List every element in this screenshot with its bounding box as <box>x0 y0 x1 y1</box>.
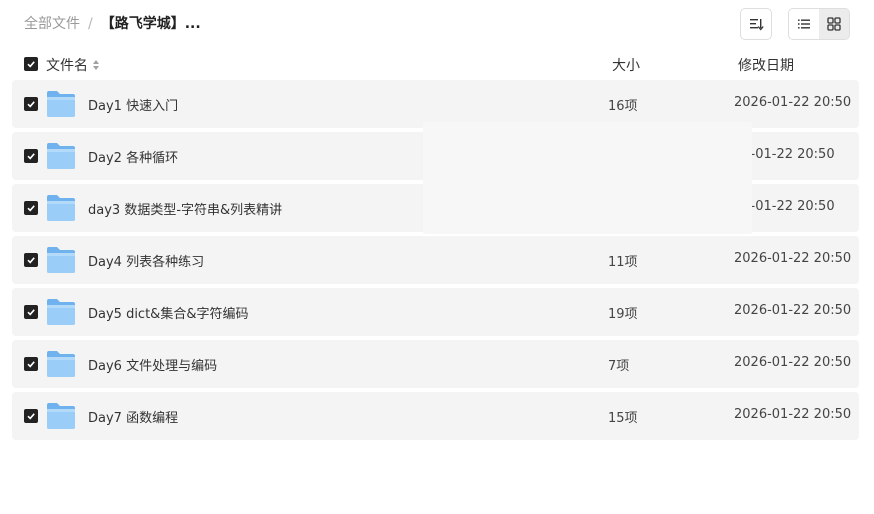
top-bar: 全部文件 / 【路飞学城】... <box>0 0 874 48</box>
table-header: 文件名 大小 修改日期 <box>12 50 860 78</box>
row-checkbox[interactable] <box>24 357 38 371</box>
folder-icon <box>47 195 75 221</box>
check-icon <box>27 101 35 108</box>
row-checkbox[interactable] <box>24 149 38 163</box>
folder-icon <box>47 403 75 429</box>
file-size: 11项 <box>608 255 638 270</box>
file-size: 7项 <box>608 359 630 374</box>
file-name: Day1 快速入门 <box>88 99 179 114</box>
folder-icon <box>47 91 75 117</box>
grid-view-button[interactable] <box>819 9 849 39</box>
row-checkbox[interactable] <box>24 305 38 319</box>
file-name: Day5 dict&集合&字符编码 <box>88 307 249 322</box>
file-date: 2026-01-22 20:50 <box>734 95 852 110</box>
file-name: Day2 各种循环 <box>88 151 179 166</box>
sort-icon <box>750 19 764 31</box>
row-checkbox[interactable] <box>24 201 38 215</box>
file-date: 2026-01-22 20:50 <box>734 303 852 318</box>
check-icon <box>27 361 35 368</box>
file-name: Day4 列表各种练习 <box>88 255 205 270</box>
check-icon <box>27 153 35 160</box>
sort-caret-icon <box>92 59 100 71</box>
file-size: 16项 <box>608 99 638 114</box>
folder-icon <box>47 299 75 325</box>
file-browser: 全部文件 / 【路飞学城】... 文件名 大小 修改日期 Day1 快速入门 1… <box>0 0 874 514</box>
folder-icon <box>47 351 75 377</box>
check-icon <box>27 309 35 316</box>
file-name: Day6 文件处理与编码 <box>88 359 218 374</box>
table-row[interactable]: Day5 dict&集合&字符编码 19项 2026-01-22 20:50 <box>12 288 859 336</box>
header-name-label: 文件名 <box>46 58 88 74</box>
check-icon <box>27 61 35 68</box>
file-name: day3 数据类型-字符串&列表精讲 <box>88 203 283 218</box>
file-date: 2026-01-22 20:50 <box>734 355 852 370</box>
row-checkbox[interactable] <box>24 97 38 111</box>
list-view-icon <box>798 19 810 29</box>
row-checkbox[interactable] <box>24 409 38 423</box>
row-checkbox[interactable] <box>24 253 38 267</box>
sort-button[interactable] <box>740 8 772 40</box>
breadcrumb: 全部文件 / 【路飞学城】... <box>24 14 201 34</box>
breadcrumb-root[interactable]: 全部文件 <box>24 14 80 34</box>
loading-overlay <box>423 122 752 234</box>
grid-view-icon <box>827 17 841 31</box>
table-row[interactable]: Day4 列表各种练习 11项 2026-01-22 20:50 <box>12 236 859 284</box>
breadcrumb-separator: / <box>88 16 93 32</box>
file-date: 2026-01-22 20:50 <box>734 251 852 266</box>
file-size: 15项 <box>608 411 638 426</box>
check-icon <box>27 205 35 212</box>
folder-icon <box>47 143 75 169</box>
file-size: 19项 <box>608 307 638 322</box>
view-toggle <box>788 8 850 40</box>
list-view-button[interactable] <box>789 9 819 39</box>
header-size[interactable]: 大小 <box>612 55 640 75</box>
file-date: 2026-01-22 20:50 <box>734 407 852 422</box>
check-icon <box>27 257 35 264</box>
select-all-checkbox[interactable] <box>24 57 38 71</box>
breadcrumb-current[interactable]: 【路飞学城】... <box>101 14 201 34</box>
header-date[interactable]: 修改日期 <box>738 55 794 75</box>
check-icon <box>27 413 35 420</box>
table-row[interactable]: Day7 函数编程 15项 2026-01-22 20:50 <box>12 392 859 440</box>
table-row[interactable]: Day1 快速入门 16项 2026-01-22 20:50 <box>12 80 859 128</box>
header-name[interactable]: 文件名 <box>46 55 100 75</box>
file-name: Day7 函数编程 <box>88 411 179 426</box>
folder-icon <box>47 247 75 273</box>
table-row[interactable]: Day6 文件处理与编码 7项 2026-01-22 20:50 <box>12 340 859 388</box>
